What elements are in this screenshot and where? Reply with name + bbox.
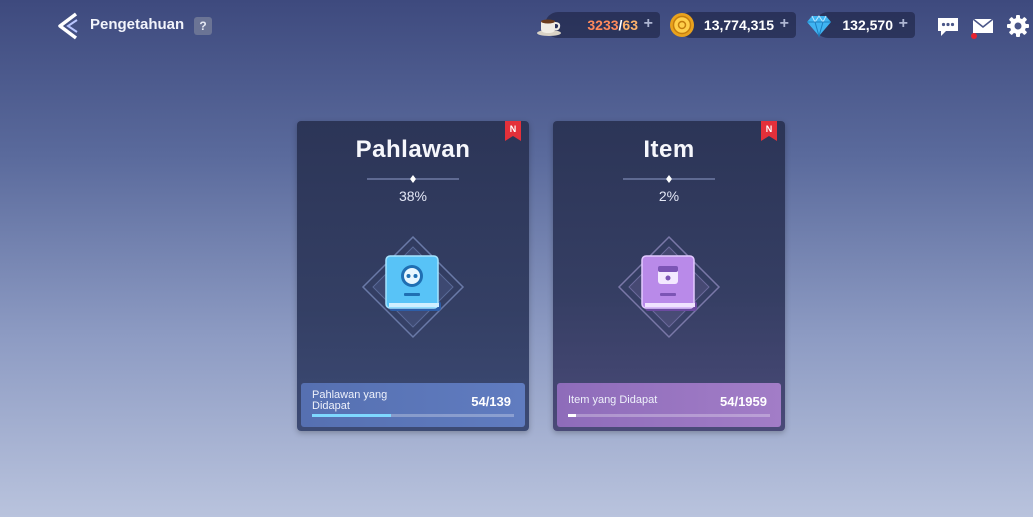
svg-text:N: N (510, 124, 517, 134)
svg-text:N: N (766, 124, 773, 134)
page-title: Pengetahuan (90, 16, 185, 33)
diamond-icon (807, 15, 831, 38)
stamina-plus-button[interactable]: + (644, 15, 653, 33)
progress-fill (312, 414, 391, 417)
gem-counter: 132,570 + (807, 12, 915, 38)
heroes-collected-panel: Pahlawan yang Didapat 54/139 (301, 383, 525, 427)
help-button[interactable]: ? (194, 17, 212, 35)
item-book-icon (617, 235, 721, 339)
items-collected-panel: Item yang Didapat 54/1959 (557, 383, 781, 427)
gold-coin-icon (670, 13, 694, 37)
stamina-amount: 3233/63 (587, 17, 638, 33)
collected-label-line2: Didapat (312, 400, 350, 412)
progress-bar (568, 414, 770, 417)
coffee-cup-icon (537, 19, 561, 36)
gem-amount: 132,570 (842, 17, 893, 33)
completion-percent: 38% (398, 188, 428, 204)
completion-percent: 2% (658, 188, 680, 204)
gem-plus-button[interactable]: + (899, 15, 908, 33)
card-title: Item (643, 136, 695, 163)
items-card[interactable]: N Item 2% Item yang Didapat 54/1959 (553, 121, 785, 431)
divider (367, 175, 459, 183)
gold-amount: 13,774,315 (703, 17, 774, 33)
hero-book-icon (361, 235, 465, 339)
mail-icon[interactable] (970, 13, 996, 39)
collected-count: 54/1959 (720, 394, 767, 409)
gear-icon[interactable] (1005, 13, 1031, 39)
collected-label: Item yang Didapat (568, 394, 658, 406)
chat-bubble-icon[interactable] (935, 13, 961, 39)
progress-bar (312, 414, 514, 417)
top-bar: Pengetahuan ? 3233/63 + 13,774,315 + 132… (0, 0, 1033, 52)
divider (623, 175, 715, 183)
collected-count: 54/139 (471, 394, 511, 409)
card-title: Pahlawan (355, 136, 471, 163)
gold-plus-button[interactable]: + (780, 15, 789, 33)
stamina-counter: 3233/63 + (537, 12, 660, 38)
gold-counter: 13,774,315 + (670, 12, 796, 38)
progress-fill (568, 414, 577, 417)
heroes-card[interactable]: N Pahlawan 38% Pahlawan yang Didapat 54/… (297, 121, 529, 431)
back-arrow-icon[interactable] (56, 12, 80, 40)
